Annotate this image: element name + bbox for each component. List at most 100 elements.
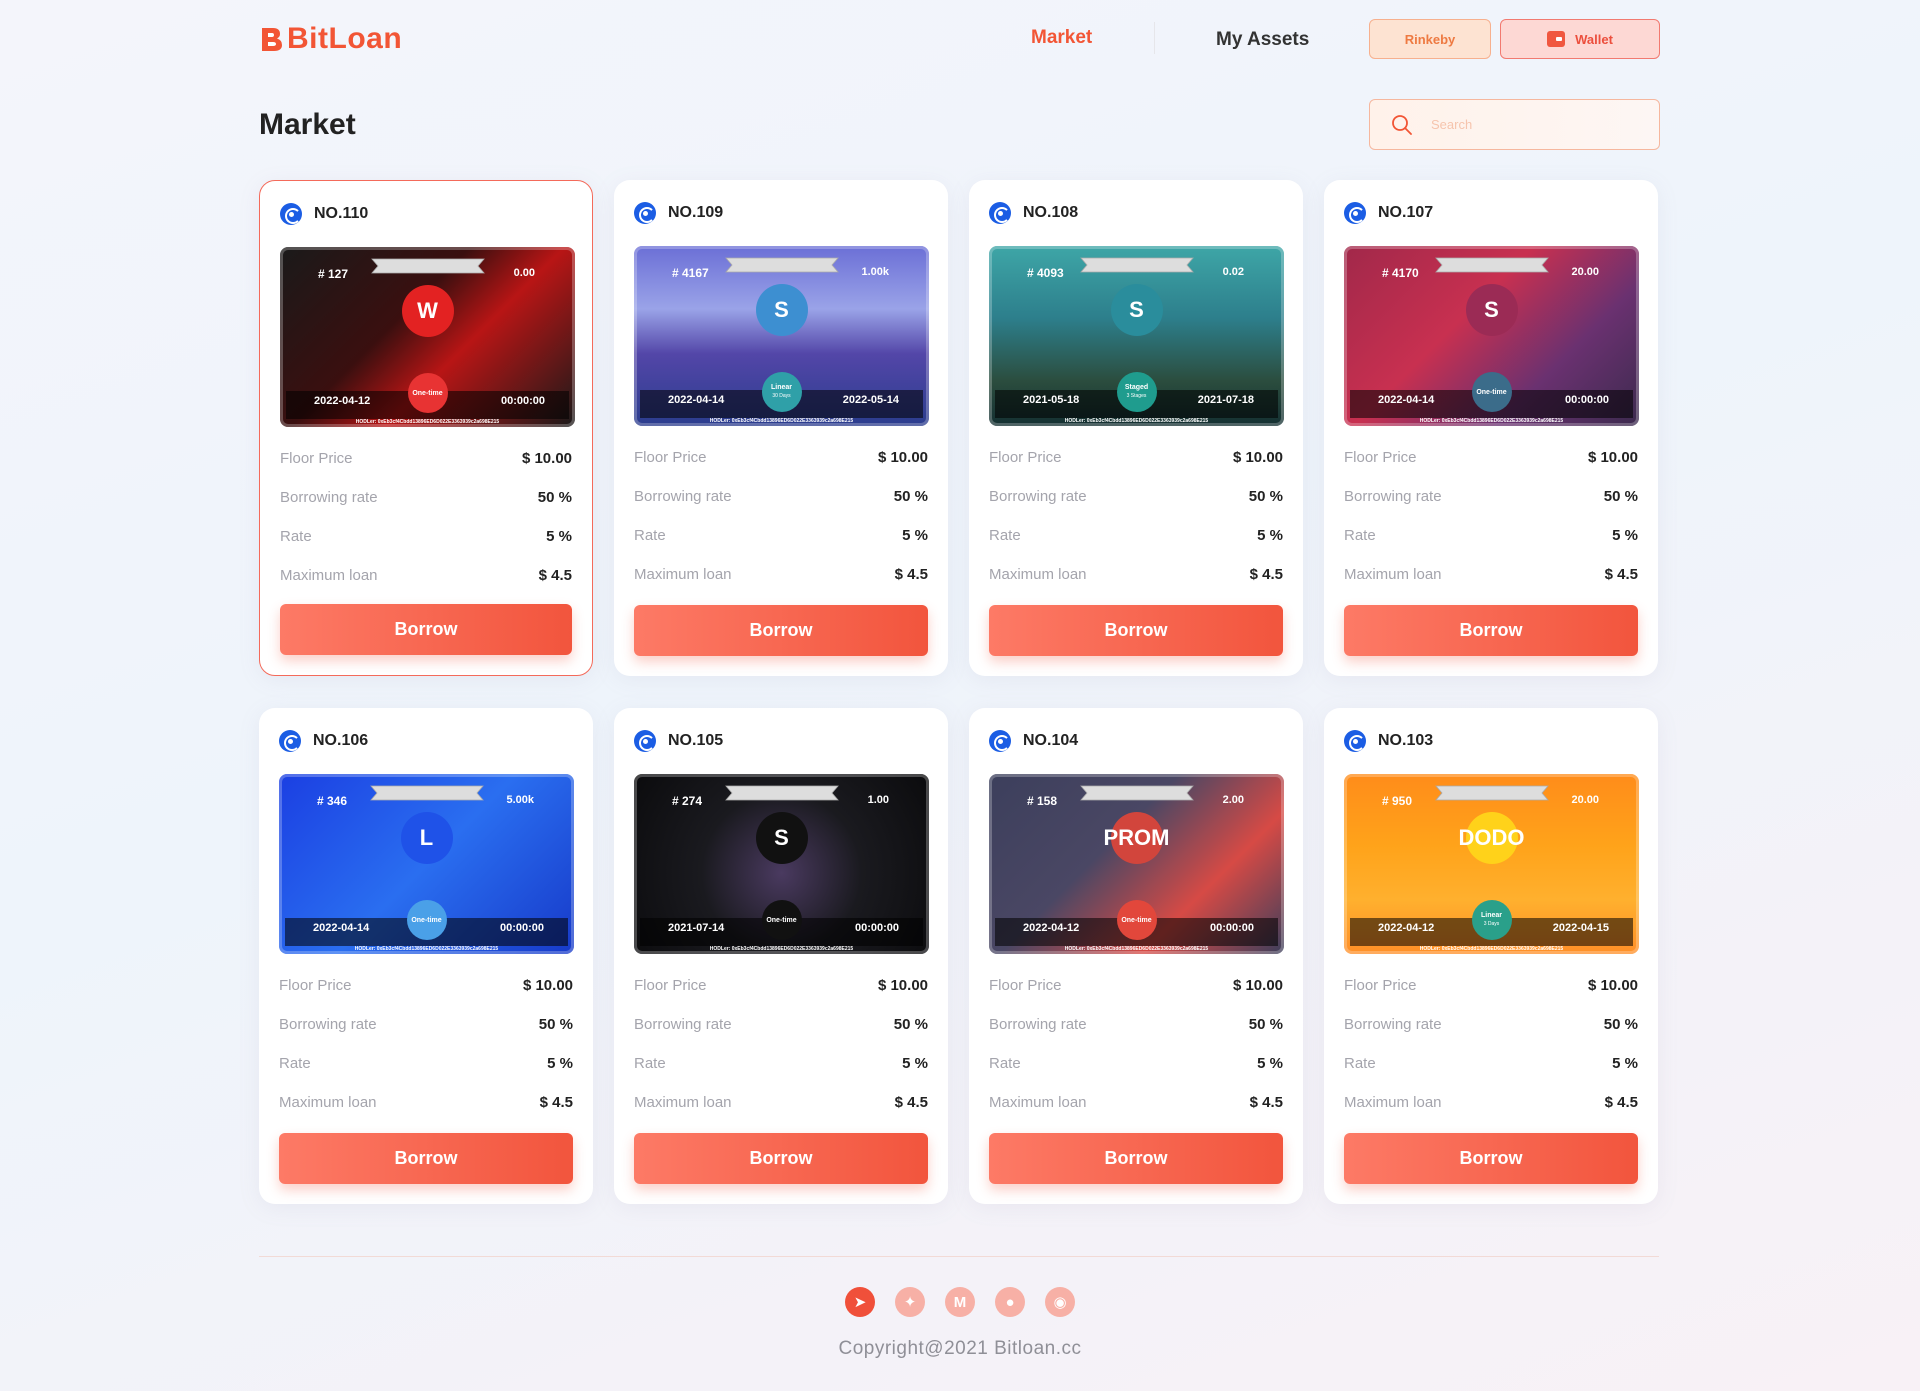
nft-card[interactable]: NO.104 # 158 2.00 PROM 2022-04-12 00:00:… bbox=[969, 708, 1303, 1204]
logo[interactable]: BitLoan bbox=[259, 22, 402, 56]
project-emblem-icon: S bbox=[1110, 284, 1163, 336]
borrow-button[interactable]: Borrow bbox=[280, 604, 572, 655]
search-input[interactable] bbox=[1431, 117, 1631, 132]
nft-image[interactable]: # 4167 1.00k S 2022-04-14 2022-05-14 Lin… bbox=[634, 246, 929, 426]
floor-price-value: $ 10.00 bbox=[1587, 449, 1638, 466]
search-box[interactable] bbox=[1369, 99, 1660, 150]
date-start: 2022-04-14 bbox=[668, 394, 725, 406]
holder-address: HODLer: 0xEb3cf4Cbdd13896ED6D022E3363939… bbox=[709, 418, 854, 424]
nft-image[interactable]: # 346 5.00k L 2022-04-14 00:00:00 One-ti… bbox=[279, 774, 574, 954]
borrow-button[interactable]: Borrow bbox=[634, 605, 928, 656]
date-end: 00:00:00 bbox=[499, 922, 544, 934]
nft-card[interactable]: NO.109 # 4167 1.00k S 2022-04-14 2022-05… bbox=[614, 180, 948, 676]
banner-ribbon-icon bbox=[1434, 257, 1549, 273]
telegram-icon[interactable]: ➤ bbox=[845, 1287, 875, 1317]
banner-ribbon-icon bbox=[1434, 785, 1549, 801]
nft-image[interactable]: # 127 0.00 W 2022-04-12 00:00:00 One-tim… bbox=[280, 247, 575, 427]
nft-card[interactable]: NO.107 # 4170 20.00 S 2022-04-14 00:00:0… bbox=[1324, 180, 1658, 676]
wallet-button[interactable]: Wallet bbox=[1500, 19, 1660, 59]
banner-ribbon-icon bbox=[370, 258, 485, 274]
nav-my-assets[interactable]: My Assets bbox=[1216, 29, 1309, 51]
holder-address: HODLer: 0xEb3cf4Cbdd13896ED6D022E3363939… bbox=[709, 946, 854, 952]
nft-image[interactable]: # 158 2.00 PROM 2022-04-12 00:00:00 One-… bbox=[989, 774, 1284, 954]
nav-market[interactable]: Market bbox=[1031, 27, 1092, 49]
borrow-button[interactable]: Borrow bbox=[1344, 605, 1638, 656]
token-id: # 4093 bbox=[1027, 266, 1064, 280]
maximum-loan-label: Maximum loan bbox=[1344, 566, 1442, 583]
borrowing-rate-row: Borrowing rate 50 % bbox=[280, 478, 572, 517]
card-details: Floor Price $ 10.00 Borrowing rate 50 % … bbox=[1344, 438, 1638, 594]
card-number: NO.110 bbox=[314, 205, 369, 222]
date-end: 00:00:00 bbox=[1564, 394, 1609, 406]
badge-label: One-time bbox=[1121, 916, 1152, 924]
date-start: 2021-05-18 bbox=[1023, 394, 1080, 406]
nft-image[interactable]: # 950 20.00 DODO 2022-04-12 2022-04-15 L… bbox=[1344, 774, 1639, 954]
card-number: NO.107 bbox=[1378, 204, 1434, 221]
rate-row: Rate 5 % bbox=[634, 1044, 928, 1083]
medium-icon[interactable]: M bbox=[945, 1287, 975, 1317]
rate-label: Rate bbox=[634, 527, 666, 544]
nft-image[interactable]: # 4093 0.02 S 2021-05-18 2021-07-18 Stag… bbox=[989, 246, 1284, 426]
nft-image[interactable]: # 274 1.00 S 2021-07-14 00:00:00 One-tim… bbox=[634, 774, 929, 954]
logo-icon bbox=[262, 28, 282, 51]
holder-address: HODLer: 0xEb3cf4Cbdd13896ED6D022E3363939… bbox=[1419, 418, 1564, 424]
borrow-button[interactable]: Borrow bbox=[989, 1133, 1283, 1184]
nft-card[interactable]: NO.103 # 950 20.00 DODO 2022-04-12 2022-… bbox=[1324, 708, 1658, 1204]
borrow-button[interactable]: Borrow bbox=[1344, 1133, 1638, 1184]
rate-value: 5 % bbox=[902, 1055, 928, 1072]
card-number: NO.108 bbox=[1023, 204, 1079, 221]
date-end: 00:00:00 bbox=[500, 395, 545, 407]
nft-card[interactable]: NO.105 # 274 1.00 S 2021-07-14 00:00:00 … bbox=[614, 708, 948, 1204]
chain-icon bbox=[1344, 202, 1366, 224]
network-label: Rinkeby bbox=[1404, 31, 1456, 47]
borrowing-rate-label: Borrowing rate bbox=[1344, 488, 1442, 505]
github-icon[interactable]: ◉ bbox=[1045, 1287, 1075, 1317]
floor-price-label: Floor Price bbox=[1344, 977, 1417, 994]
floor-price-value: $ 10.00 bbox=[521, 450, 572, 467]
nft-image[interactable]: # 4170 20.00 S 2022-04-14 00:00:00 One-t… bbox=[1344, 246, 1639, 426]
floor-price-row: Floor Price $ 10.00 bbox=[989, 438, 1283, 477]
badge-sub: 30 Days bbox=[772, 393, 791, 399]
date-start: 2022-04-14 bbox=[313, 922, 370, 934]
card-header: NO.104 bbox=[989, 708, 1283, 774]
badge-label: One-time bbox=[766, 916, 797, 924]
token-id: # 346 bbox=[317, 794, 348, 808]
chain-icon bbox=[989, 730, 1011, 752]
nft-card[interactable]: NO.108 # 4093 0.02 S 2021-05-18 2021-07-… bbox=[969, 180, 1303, 676]
token-value: 0.02 bbox=[1222, 266, 1244, 278]
maximum-loan-label: Maximum loan bbox=[1344, 1094, 1442, 1111]
release-badge: One-time bbox=[1116, 900, 1157, 940]
floor-price-label: Floor Price bbox=[989, 977, 1062, 994]
floor-price-value: $ 10.00 bbox=[877, 977, 928, 994]
rate-row: Rate 5 % bbox=[634, 516, 928, 555]
banner-ribbon-icon bbox=[1079, 257, 1194, 273]
rate-value: 5 % bbox=[547, 1055, 573, 1072]
borrow-button[interactable]: Borrow bbox=[989, 605, 1283, 656]
page-title: Market bbox=[259, 108, 356, 141]
card-number: NO.105 bbox=[668, 732, 724, 749]
borrow-button[interactable]: Borrow bbox=[279, 1133, 573, 1184]
network-button[interactable]: Rinkeby bbox=[1369, 19, 1491, 59]
borrowing-rate-row: Borrowing rate 50 % bbox=[989, 1005, 1283, 1044]
project-emblem-icon: S bbox=[755, 812, 808, 864]
borrowing-rate-value: 50 % bbox=[1603, 1016, 1638, 1033]
borrowing-rate-value: 50 % bbox=[1248, 488, 1283, 505]
nft-card[interactable]: NO.106 # 346 5.00k L 2022-04-14 00:00:00… bbox=[259, 708, 593, 1204]
token-id: # 274 bbox=[672, 794, 703, 808]
borrowing-rate-value: 50 % bbox=[893, 488, 928, 505]
floor-price-row: Floor Price $ 10.00 bbox=[634, 438, 928, 477]
borrowing-rate-row: Borrowing rate 50 % bbox=[279, 1005, 573, 1044]
holder-address: HODLer: 0xEb3cf4Cbdd13896ED6D022E3363939… bbox=[354, 946, 499, 952]
maximum-loan-row: Maximum loan $ 4.5 bbox=[634, 555, 928, 594]
nft-card[interactable]: NO.110 # 127 0.00 W 2022-04-12 00:00:00 … bbox=[259, 180, 593, 676]
borrow-button[interactable]: Borrow bbox=[634, 1133, 928, 1184]
floor-price-row: Floor Price $ 10.00 bbox=[1344, 438, 1638, 477]
rate-row: Rate 5 % bbox=[280, 517, 572, 556]
discord-icon[interactable]: ● bbox=[995, 1287, 1025, 1317]
maximum-loan-value: $ 4.5 bbox=[539, 1094, 573, 1111]
holder-address: HODLer: 0xEb3cf4Cbdd13896ED6D022E3363939… bbox=[355, 419, 500, 425]
card-details: Floor Price $ 10.00 Borrowing rate 50 % … bbox=[280, 439, 572, 595]
token-value: 1.00 bbox=[867, 794, 889, 806]
card-details: Floor Price $ 10.00 Borrowing rate 50 % … bbox=[634, 438, 928, 594]
twitter-icon[interactable]: ✦ bbox=[895, 1287, 925, 1317]
